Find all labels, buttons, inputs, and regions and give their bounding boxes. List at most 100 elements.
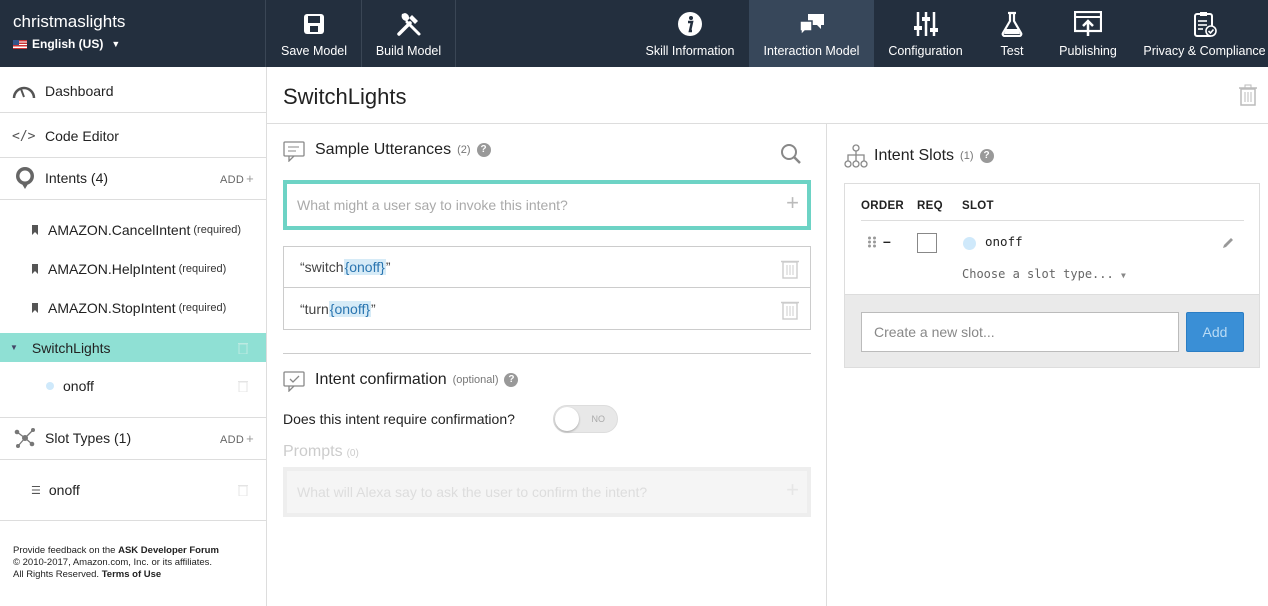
utterance-item[interactable]: “turn {onoff}” <box>284 288 810 329</box>
sidebar-item-label: Dashboard <box>45 83 114 99</box>
sample-utterances-title: Sample Utterances (2) ? <box>283 138 491 162</box>
us-flag-icon <box>13 39 27 49</box>
sidebar-item-label: Code Editor <box>45 128 119 144</box>
configuration-label: Configuration <box>888 44 963 58</box>
intent-name: SwitchLights <box>31 339 111 356</box>
skill-brand: christmaslights English (US) ▼ <box>0 0 266 67</box>
speech-bubble-icon <box>16 167 34 189</box>
intent-name: AMAZON.CancelIntent <box>48 222 191 238</box>
interaction-model-label: Interaction Model <box>763 44 860 58</box>
skill-name: christmaslights <box>13 12 126 31</box>
slot-type-name: onoff <box>48 482 80 498</box>
trash-icon[interactable] <box>781 258 799 279</box>
build-model-label: Build Model <box>375 44 442 58</box>
save-model-button[interactable]: Save Model <box>267 0 362 67</box>
privacy-compliance-button[interactable]: Privacy & Compliance <box>1141 0 1268 67</box>
sidebar-intents-header: Intents (4) ADD + <box>0 165 266 191</box>
sliders-icon <box>913 11 938 37</box>
trash-icon[interactable] <box>781 299 799 320</box>
list-icon: ☰ <box>31 484 41 497</box>
trash-icon[interactable] <box>238 484 248 496</box>
slot-name[interactable]: onoff <box>985 234 1023 249</box>
sidebar-intent-cancel[interactable]: AMAZON.CancelIntent (required) <box>0 220 266 240</box>
intent-name: AMAZON.HelpIntent <box>48 261 176 277</box>
slot-name: onoff <box>63 378 94 394</box>
required-checkbox[interactable] <box>917 233 937 253</box>
configuration-button[interactable]: Configuration <box>874 0 977 67</box>
test-button[interactable]: Test <box>977 0 1047 67</box>
column-header-order: ORDER <box>861 200 905 212</box>
prompt-input <box>287 471 757 513</box>
column-header-slot: SLOT <box>962 200 994 212</box>
add-slot-type-button[interactable]: ADD + <box>220 431 254 446</box>
section-divider <box>283 353 811 354</box>
build-model-button[interactable]: Build Model <box>362 0 456 67</box>
terms-of-use-link[interactable]: Terms of Use <box>102 569 161 580</box>
tools-icon <box>396 11 422 37</box>
publishing-button[interactable]: Publishing <box>1047 0 1129 67</box>
slot-type-select[interactable]: Choose a slot type... ▼ <box>962 267 1126 281</box>
drag-handle-icon[interactable] <box>867 236 877 248</box>
sidebar-intent-switchlights[interactable]: ▼ SwitchLights <box>0 333 266 362</box>
add-intent-button[interactable]: ADD + <box>220 171 254 186</box>
confirmation-toggle[interactable]: NO <box>553 405 618 433</box>
utterance-input-box: + <box>283 180 811 230</box>
sidebar: Dashboard </> Code Editor Intents (4) AD… <box>0 67 267 606</box>
sidebar-item-code-editor[interactable]: </> Code Editor <box>0 124 266 148</box>
help-icon[interactable]: ? <box>979 149 994 163</box>
locale-selector[interactable]: English (US) ▼ <box>13 37 265 51</box>
edit-pencil-icon[interactable] <box>1222 237 1234 249</box>
skill-information-button[interactable]: Skill Information <box>631 0 749 67</box>
page-title: SwitchLights <box>283 84 407 109</box>
slots-table-container: ORDER REQ SLOT – onoff Choose a slot typ… <box>844 183 1260 368</box>
slot-reference[interactable]: {onoff} <box>328 300 372 317</box>
intents-header-label: Intents (4) <box>45 170 109 186</box>
add-prompt-icon: + <box>786 477 799 502</box>
save-model-label: Save Model <box>280 44 347 58</box>
utterance-item[interactable]: “switch {onoff}” <box>284 247 810 288</box>
confirmation-question: Does this intent require confirmation? <box>283 411 515 427</box>
info-icon <box>677 11 703 37</box>
publishing-label: Publishing <box>1059 44 1117 58</box>
prompts-title: Prompts (0) <box>283 443 359 460</box>
trash-icon[interactable] <box>238 380 248 392</box>
code-icon: </> <box>12 128 36 144</box>
interaction-model-button[interactable]: Interaction Model <box>749 0 874 67</box>
caret-down-icon: ▼ <box>1120 271 1126 280</box>
intent-confirmation-title: Intent confirmation (optional) ? <box>283 368 519 392</box>
help-icon[interactable]: ? <box>504 373 519 387</box>
intent-required-tag: (required) <box>193 224 242 236</box>
search-icon[interactable] <box>780 143 802 165</box>
slots-table: ORDER REQ SLOT – onoff Choose a slot typ… <box>845 184 1259 295</box>
new-slot-input-box <box>861 312 1179 352</box>
add-utterance-icon[interactable]: + <box>786 190 799 216</box>
help-icon[interactable]: ? <box>476 143 491 157</box>
utterance-input[interactable] <box>287 184 757 226</box>
new-slot-input[interactable] <box>862 313 1178 351</box>
locale-label: English (US) <box>32 37 104 51</box>
publish-icon <box>1074 11 1102 37</box>
delete-intent-icon[interactable] <box>1239 84 1257 106</box>
sidebar-slot-types-header: Slot Types (1) ADD + <box>0 425 266 451</box>
developer-forum-link[interactable]: ASK Developer Forum <box>118 545 219 556</box>
sidebar-intent-stop[interactable]: AMAZON.StopIntent (required) <box>0 298 266 318</box>
flask-icon <box>1001 11 1023 37</box>
intent-required-tag: (required) <box>178 263 227 275</box>
caret-down-icon: ▼ <box>10 343 18 352</box>
sidebar-item-dashboard[interactable]: Dashboard <box>0 79 266 103</box>
bookmark-icon <box>32 303 38 313</box>
minus-icon[interactable]: – <box>883 233 891 249</box>
bookmark-icon <box>32 225 38 235</box>
sidebar-slot-type-onoff[interactable]: ☰ onoff <box>0 480 266 500</box>
add-slot-button[interactable]: Add <box>1186 312 1244 352</box>
slots-panel: Intent Slots (1) ? ORDER REQ SLOT – onof… <box>828 124 1268 606</box>
intent-required-tag: (required) <box>178 302 227 314</box>
gauge-icon <box>12 86 36 99</box>
chat-bubbles-icon <box>798 11 826 37</box>
trash-icon[interactable] <box>238 342 248 354</box>
sidebar-intent-help[interactable]: AMAZON.HelpIntent (required) <box>0 259 266 279</box>
caret-down-icon: ▼ <box>111 39 121 49</box>
floppy-disk-icon <box>303 11 325 37</box>
slot-reference[interactable]: {onoff} <box>343 259 386 275</box>
sidebar-intent-slot-onoff[interactable]: onoff <box>0 376 266 396</box>
